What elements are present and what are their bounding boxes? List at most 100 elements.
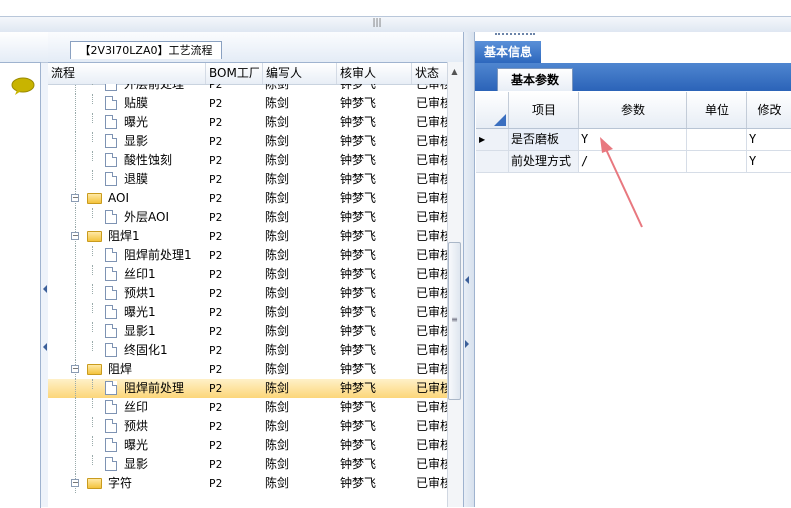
bom-factory-cell[interactable]: P2: [209, 303, 259, 322]
writer-cell[interactable]: 陈剑: [265, 341, 331, 360]
tab-basic-info[interactable]: 基本信息: [475, 41, 541, 63]
tree-step-row[interactable]: 预烘 P2 陈剑 钟梦飞 已审核: [48, 417, 463, 436]
tree-step-row[interactable]: 丝印1 P2 陈剑 钟梦飞 已审核: [48, 265, 463, 284]
status-cell[interactable]: 已审核: [416, 189, 450, 208]
bom-factory-cell[interactable]: P2: [209, 417, 259, 436]
reviewer-cell[interactable]: 钟梦飞: [340, 113, 410, 132]
step-name[interactable]: 丝印1: [124, 265, 206, 284]
writer-cell[interactable]: 陈剑: [265, 360, 331, 379]
bom-factory-cell[interactable]: P2: [209, 151, 259, 170]
reviewer-cell[interactable]: 钟梦飞: [340, 360, 410, 379]
writer-cell[interactable]: 陈剑: [265, 265, 331, 284]
status-cell[interactable]: 已审核: [416, 132, 450, 151]
status-cell[interactable]: 已审核: [416, 265, 450, 284]
bom-factory-cell[interactable]: P2: [209, 208, 259, 227]
status-cell[interactable]: 已审核: [416, 303, 450, 322]
step-name[interactable]: 外层AOI: [124, 208, 206, 227]
bom-factory-cell[interactable]: P2: [209, 246, 259, 265]
bom-factory-cell[interactable]: P2: [209, 170, 259, 189]
reviewer-cell[interactable]: 钟梦飞: [340, 436, 410, 455]
tree-collapse-icon[interactable]: −: [71, 479, 79, 487]
tree-step-row[interactable]: 阻焊前处理 P2 陈剑 钟梦飞 已审核: [48, 379, 463, 398]
step-name[interactable]: 曝光1: [124, 303, 206, 322]
status-cell[interactable]: 已审核: [416, 170, 450, 189]
param-item-cell[interactable]: 是否磨板: [508, 129, 578, 150]
writer-cell[interactable]: 陈剑: [265, 379, 331, 398]
step-name[interactable]: 阻焊前处理: [124, 379, 206, 398]
step-name[interactable]: 显影: [124, 132, 206, 151]
step-name[interactable]: 显影1: [124, 322, 206, 341]
status-cell[interactable]: 已审核: [416, 474, 450, 493]
writer-cell[interactable]: 陈剑: [265, 474, 331, 493]
tree-collapse-icon[interactable]: −: [71, 232, 79, 240]
status-cell[interactable]: 已审核: [416, 284, 450, 303]
bom-factory-cell[interactable]: P2: [209, 322, 259, 341]
tree-step-row[interactable]: 退膜 P2 陈剑 钟梦飞 已审核: [48, 170, 463, 189]
expand-right-arrow-icon[interactable]: [465, 340, 470, 348]
tree-folder-row[interactable]: − 字符 P2 陈剑 钟梦飞 已审核: [48, 474, 463, 493]
step-name[interactable]: 曝光: [124, 436, 206, 455]
writer-cell[interactable]: 陈剑: [265, 284, 331, 303]
column-header-bom-factory[interactable]: BOM工厂: [205, 63, 259, 84]
bom-factory-cell[interactable]: P2: [209, 474, 259, 493]
writer-cell[interactable]: 陈剑: [265, 227, 331, 246]
column-header-status[interactable]: 状态: [411, 63, 449, 84]
reviewer-cell[interactable]: 钟梦飞: [340, 189, 410, 208]
tree-step-row[interactable]: 阻焊前处理1 P2 陈剑 钟梦飞 已审核: [48, 246, 463, 265]
step-name[interactable]: 阻焊前处理1: [124, 246, 206, 265]
bom-factory-cell[interactable]: P2: [209, 189, 259, 208]
tree-step-row[interactable]: 酸性蚀刻 P2 陈剑 钟梦飞 已审核: [48, 151, 463, 170]
reviewer-cell[interactable]: 钟梦飞: [340, 170, 410, 189]
tree-step-row[interactable]: 显影 P2 陈剑 钟梦飞 已审核: [48, 132, 463, 151]
param-unit-cell[interactable]: [686, 129, 746, 150]
step-name[interactable]: 酸性蚀刻: [124, 151, 206, 170]
step-name[interactable]: 预烘: [124, 417, 206, 436]
tree-step-row[interactable]: 显影1 P2 陈剑 钟梦飞 已审核: [48, 322, 463, 341]
splitter-grip-icon[interactable]: |||: [372, 19, 382, 28]
tree-step-row[interactable]: 显影 P2 陈剑 钟梦飞 已审核: [48, 455, 463, 474]
writer-cell[interactable]: 陈剑: [265, 113, 331, 132]
reviewer-cell[interactable]: 钟梦飞: [340, 417, 410, 436]
reviewer-cell[interactable]: 钟梦飞: [340, 132, 410, 151]
reviewer-cell[interactable]: 钟梦飞: [340, 246, 410, 265]
column-header-unit[interactable]: 单位: [686, 92, 747, 128]
status-cell[interactable]: 已审核: [416, 360, 450, 379]
process-flow-tab[interactable]: 【2V3I70LZA0】工艺流程: [70, 41, 222, 59]
status-cell[interactable]: 已审核: [416, 455, 450, 474]
reviewer-cell[interactable]: 钟梦飞: [340, 322, 410, 341]
bom-factory-cell[interactable]: P2: [209, 265, 259, 284]
reviewer-cell[interactable]: 钟梦飞: [340, 379, 410, 398]
status-cell[interactable]: 已审核: [416, 151, 450, 170]
tree-step-row[interactable]: 曝光 P2 陈剑 钟梦飞 已审核: [48, 436, 463, 455]
column-header-modify[interactable]: 修改: [746, 92, 791, 128]
reviewer-cell[interactable]: 钟梦飞: [340, 303, 410, 322]
param-item-cell[interactable]: 前处理方式: [508, 151, 578, 172]
tree-step-row[interactable]: 曝光 P2 陈剑 钟梦飞 已审核: [48, 113, 463, 132]
bom-factory-cell[interactable]: P2: [209, 84, 259, 94]
step-name[interactable]: 贴膜: [124, 94, 206, 113]
tree-folder-row[interactable]: − AOI P2 陈剑 钟梦飞 已审核: [48, 189, 463, 208]
tree-folder-row[interactable]: − 阻焊1 P2 陈剑 钟梦飞 已审核: [48, 227, 463, 246]
writer-cell[interactable]: 陈剑: [265, 417, 331, 436]
tree-step-row[interactable]: 外层前处理 P2 陈剑 钟梦飞 已审核: [48, 84, 463, 94]
writer-cell[interactable]: 陈剑: [265, 303, 331, 322]
bom-factory-cell[interactable]: P2: [209, 436, 259, 455]
column-header-reviewer[interactable]: 核审人: [336, 63, 410, 84]
pane-splitter[interactable]: [463, 32, 475, 507]
bom-factory-cell[interactable]: P2: [209, 94, 259, 113]
step-name[interactable]: 显影: [124, 455, 206, 474]
step-name[interactable]: 曝光: [124, 113, 206, 132]
status-cell[interactable]: 已审核: [416, 341, 450, 360]
bom-factory-cell[interactable]: P2: [209, 113, 259, 132]
bom-factory-cell[interactable]: P2: [209, 132, 259, 151]
step-name[interactable]: 预烘1: [124, 284, 206, 303]
status-cell[interactable]: 已审核: [416, 417, 450, 436]
step-name[interactable]: 阻焊1: [108, 227, 204, 246]
writer-cell[interactable]: 陈剑: [265, 455, 331, 474]
tree-folder-row[interactable]: − 阻焊 P2 陈剑 钟梦飞 已审核: [48, 360, 463, 379]
param-modify-cell[interactable]: Y: [746, 151, 791, 172]
scroll-up-arrow-icon[interactable]: ▲: [449, 66, 460, 77]
column-header-process[interactable]: 流程: [48, 63, 207, 84]
param-modify-cell[interactable]: Y: [746, 129, 791, 150]
reviewer-cell[interactable]: 钟梦飞: [340, 398, 410, 417]
